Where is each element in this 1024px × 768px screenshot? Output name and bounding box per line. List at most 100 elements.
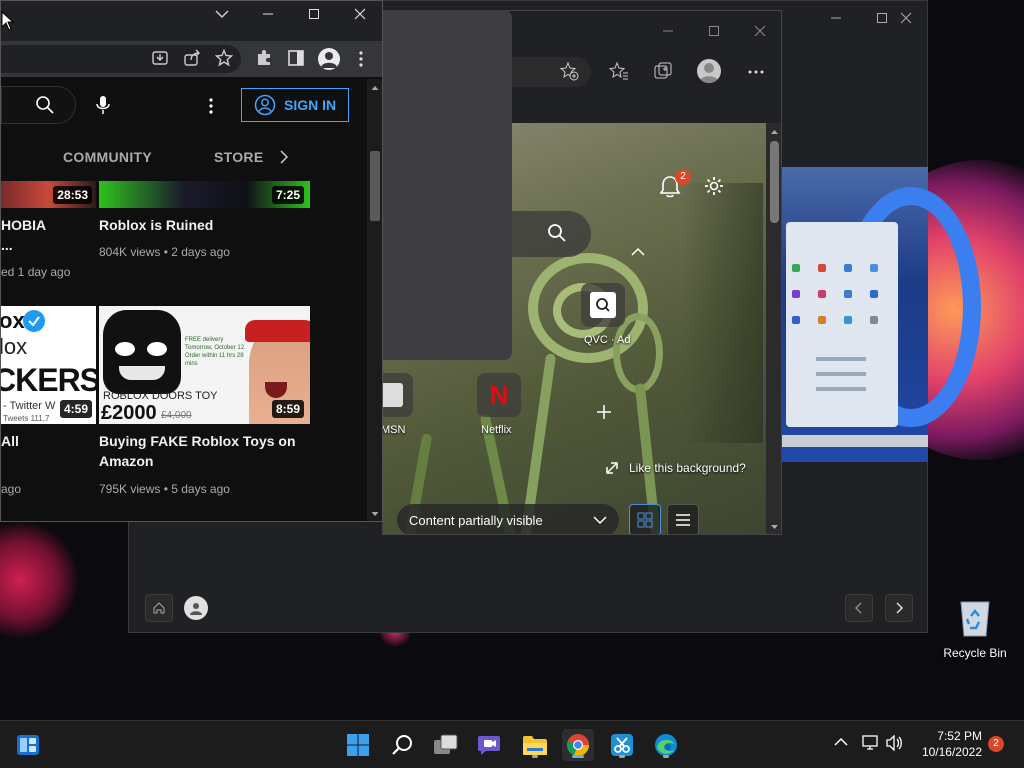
minimize-icon [831,17,841,19]
omnibox[interactable] [1,45,241,73]
voice-search-button[interactable] [93,94,117,118]
snipping-tool-button[interactable] [606,729,638,761]
scrollbar-thumb[interactable] [370,151,380,221]
search-button[interactable] [547,223,569,245]
chrome-menu-button[interactable] [353,49,369,69]
more-menu-button[interactable] [745,61,767,83]
chevron-right-icon [896,602,904,614]
video-title[interactable]: Buying FAKE Roblox Toys on [99,431,296,451]
content-visibility-dropdown[interactable]: Content partially visible [397,504,619,534]
like-background-label: Like this background? [629,461,746,475]
video-title[interactable]: HOBIA [1,215,46,235]
scroll-up-icon [771,130,778,134]
start-button[interactable] [342,729,374,761]
thumbnail-text: FREE delivery Tomorrow, October 12. Orde… [185,337,246,367]
install-app-button[interactable] [151,49,171,69]
home-button[interactable] [145,594,173,622]
chrome-minimize-button[interactable] [259,5,279,23]
expand-icon [606,462,618,474]
close-button[interactable] [883,1,929,35]
minimize-icon [263,13,273,15]
profile-button[interactable] [184,596,208,620]
video-thumbnail[interactable]: 28:53 [1,181,96,208]
next-button[interactable] [885,594,913,622]
task-view-button[interactable] [430,729,462,761]
chrome-window[interactable]: SIGN IN COMMUNITY STORE 28:53 7:25 HOBIA… [0,0,383,522]
video-title[interactable]: Roblox is Ruined [99,215,213,235]
notification-center-badge[interactable]: 2 [988,736,1004,752]
folder-icon [523,736,547,755]
quick-link-msn[interactable] [383,373,413,417]
chevron-down-icon [593,516,607,525]
notification-badge: 2 [675,169,691,185]
video-thumbnail[interactable]: ox lox CKERS - Twitter W Tweets 111,7 4:… [1,306,96,424]
previous-button[interactable] [845,594,873,622]
video-title-line2[interactable]: ... [1,235,13,255]
quick-link-netflix[interactable]: N [477,373,521,417]
minimize-button[interactable] [813,1,859,35]
kebab-menu-icon [359,51,363,67]
notifications-button[interactable]: 2 [659,169,691,201]
recycle-bin[interactable]: Recycle Bin [940,594,1010,664]
edge-profile-button[interactable] [697,59,721,83]
recycle-bin-icon [957,598,993,638]
chrome-profile-button[interactable] [318,48,340,70]
bookmark-button[interactable] [215,49,235,69]
page-settings-button[interactable] [703,175,727,199]
thumbnail-text: - Twitter W [3,400,56,412]
search-button[interactable] [387,729,419,761]
video-thumbnail[interactable]: FREE delivery Tomorrow, October 12. Orde… [99,306,310,424]
show-hidden-icons-button[interactable] [834,737,850,751]
chrome-close-button[interactable] [351,5,371,23]
volume-button[interactable] [886,735,904,753]
file-explorer-button[interactable] [519,729,551,761]
favorites-button[interactable] [609,61,631,83]
profile-icon [190,603,202,615]
add-shortcut-button[interactable] [595,403,615,423]
add-favorite-button[interactable] [559,61,581,83]
kebab-menu-icon [209,98,213,114]
search-icon [36,96,54,114]
teams-chat-button[interactable] [474,729,506,761]
tabs-next-button[interactable] [279,149,293,167]
video-title-line2[interactable]: Amazon [99,451,153,471]
list-icon [676,514,690,526]
sign-in-button[interactable]: SIGN IN [241,88,349,122]
collapse-quick-links-button[interactable] [631,247,647,259]
collections-button[interactable] [653,61,675,83]
grid-layout-button[interactable] [629,504,661,534]
tab-community[interactable]: COMMUNITY [63,149,152,165]
list-layout-button[interactable] [667,504,699,534]
like-background-link[interactable]: Like this background? [605,458,746,478]
youtube-search-button[interactable] [1,86,76,124]
video-title[interactable]: All [1,431,19,451]
youtube-scrollbar[interactable] [367,79,382,521]
clock-button[interactable]: 7:52 PM 10/16/2022 [912,728,982,762]
tab-search-button[interactable] [211,5,233,23]
side-panel-button[interactable] [287,49,307,69]
edge-scrollbar[interactable] [766,123,781,534]
video-thumbnail[interactable]: 7:25 [99,181,310,208]
running-indicator [663,755,669,758]
edge-close-button[interactable] [745,21,775,41]
edge-taskbar-button[interactable] [650,729,682,761]
scrollbar-thumb[interactable] [770,141,779,223]
video-meta: 804K views • 2 days ago [99,245,230,259]
extensions-button[interactable] [255,49,275,69]
edge-maximize-button[interactable] [699,21,729,41]
tab-store[interactable]: STORE [214,149,263,165]
running-indicator [532,755,538,758]
edge-minimize-button[interactable] [653,21,683,41]
network-button[interactable] [862,735,880,753]
video-meta: ed 1 day ago [1,265,71,279]
clock-date: 10/16/2022 [921,745,982,759]
share-button[interactable] [183,49,203,69]
gear-icon [705,177,723,195]
speaker-icon [886,735,902,751]
chrome-taskbar-button[interactable] [562,729,594,761]
widgets-button[interactable] [12,729,44,761]
running-indicator [619,755,625,758]
quick-link-qvc[interactable] [581,283,625,327]
chrome-maximize-button[interactable] [305,5,325,23]
youtube-settings-button[interactable] [203,96,219,116]
